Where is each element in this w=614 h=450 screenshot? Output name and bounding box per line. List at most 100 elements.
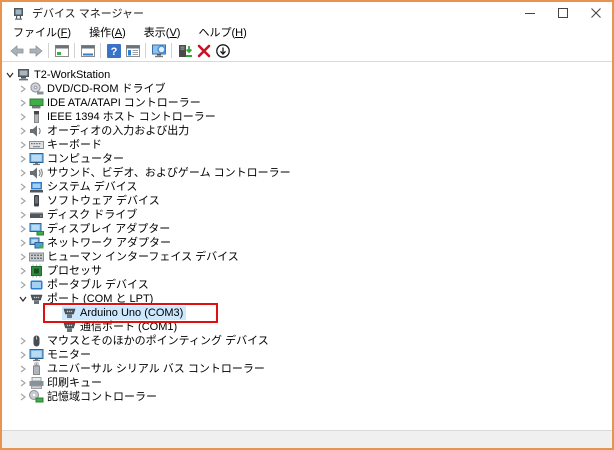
toolbar-action-pane-button[interactable]: [123, 41, 142, 60]
chevron-right-icon[interactable]: [17, 82, 29, 96]
tree-item[interactable]: システム デバイス: [29, 180, 140, 194]
tree-item[interactable]: ポータブル デバイス: [29, 278, 152, 292]
tree-item[interactable]: マウスとそのほかのポインティング デバイス: [29, 334, 272, 348]
tree-row[interactable]: ソフトウェア デバイス: [2, 194, 612, 208]
tree-row[interactable]: IEEE 1394 ホスト コントローラー: [2, 110, 612, 124]
tree-item[interactable]: キーボード: [29, 138, 105, 152]
tree-row[interactable]: ヒューマン インターフェイス デバイス: [2, 250, 612, 264]
tree-item[interactable]: ディスク ドライブ: [29, 208, 140, 222]
toolbar-help-button[interactable]: ?: [104, 41, 123, 60]
chevron-right-icon[interactable]: [17, 390, 29, 404]
menu-help[interactable]: ヘルプ(H): [189, 23, 255, 41]
tree-item[interactable]: オーディオの入力および出力: [29, 124, 192, 138]
menu-action[interactable]: 操作(A): [80, 23, 135, 41]
chevron-right-icon[interactable]: [17, 138, 29, 152]
chevron-right-icon[interactable]: [17, 376, 29, 390]
tree-item[interactable]: IEEE 1394 ホスト コントローラー: [29, 110, 219, 124]
tree-item[interactable]: 通信ポート (COM1): [62, 320, 180, 334]
close-button[interactable]: [579, 2, 612, 24]
chevron-right-icon[interactable]: [17, 278, 29, 292]
uninstall-icon: [196, 43, 212, 59]
tree-item[interactable]: サウンド、ビデオ、およびゲーム コントローラー: [29, 166, 294, 180]
tree-row[interactable]: サウンド、ビデオ、およびゲーム コントローラー: [2, 166, 612, 180]
tree-item[interactable]: モニター: [29, 348, 94, 362]
chevron-right-icon[interactable]: [17, 110, 29, 124]
tree-item-label: ソフトウェア デバイス: [47, 195, 160, 207]
chevron-right-icon[interactable]: [17, 96, 29, 110]
tree-row[interactable]: ディスプレイ アダプター: [2, 222, 612, 236]
toolbar-forward-button[interactable]: [26, 41, 45, 60]
audio-io-icon: [29, 124, 44, 138]
chevron-right-icon[interactable]: [17, 222, 29, 236]
toolbar-back-button[interactable]: [7, 41, 26, 60]
chevron-right-icon[interactable]: [17, 124, 29, 138]
tree-row[interactable]: ネットワーク アダプター: [2, 236, 612, 250]
tree-item-label: ディスプレイ アダプター: [47, 223, 171, 235]
toolbar-show-console-tree-button[interactable]: [52, 41, 71, 60]
tree-row[interactable]: 通信ポート (COM1): [2, 320, 612, 334]
chevron-right-icon[interactable]: [17, 208, 29, 222]
toolbar-scan-hardware-changes-button[interactable]: [149, 41, 168, 60]
chevron-down-icon[interactable]: [4, 68, 16, 82]
chevron-right-icon[interactable]: [17, 236, 29, 250]
chevron-down-icon[interactable]: [17, 292, 29, 306]
tree-row[interactable]: ポータブル デバイス: [2, 278, 612, 292]
chevron-right-icon[interactable]: [17, 152, 29, 166]
chevron-right-icon[interactable]: [17, 264, 29, 278]
toolbar-uninstall-device-button[interactable]: [194, 41, 213, 60]
menubar: ファイル(F) 操作(A) 表示(V) ヘルプ(H): [2, 24, 612, 40]
tree-item-label: IDE ATA/ATAPI コントローラー: [47, 97, 201, 109]
disk-drive-icon: [29, 208, 44, 222]
chevron-right-icon[interactable]: [17, 250, 29, 264]
tree-item[interactable]: コンピューター: [29, 152, 127, 166]
tree-item-selected[interactable]: Arduino Uno (COM3): [62, 306, 187, 320]
tree-item[interactable]: T2-WorkStation: [16, 68, 113, 82]
chevron-placeholder: [50, 306, 62, 320]
tree-row[interactable]: モニター: [2, 348, 612, 362]
tree-row[interactable]: オーディオの入力および出力: [2, 124, 612, 138]
tree-item[interactable]: ソフトウェア デバイス: [29, 194, 163, 208]
chevron-right-icon[interactable]: [17, 348, 29, 362]
menu-view[interactable]: 表示(V): [135, 23, 190, 41]
tree-row[interactable]: キーボード: [2, 138, 612, 152]
maximize-button[interactable]: [546, 2, 579, 24]
tree-item-label: ポート (COM と LPT): [47, 293, 154, 305]
tree-row[interactable]: システム デバイス: [2, 180, 612, 194]
tree-row[interactable]: DVD/CD-ROM ドライブ: [2, 82, 612, 96]
toolbar-update-driver-button[interactable]: [175, 41, 194, 60]
tree-row[interactable]: マウスとそのほかのポインティング デバイス: [2, 334, 612, 348]
tree-item[interactable]: プロセッサ: [29, 264, 105, 278]
tree-item[interactable]: 印刷キュー: [29, 376, 105, 390]
tree-item[interactable]: ヒューマン インターフェイス デバイス: [29, 250, 242, 264]
chevron-right-icon[interactable]: [17, 362, 29, 376]
tree-item[interactable]: IDE ATA/ATAPI コントローラー: [29, 96, 204, 110]
menu-file[interactable]: ファイル(F): [4, 23, 80, 41]
tree-row[interactable]: プロセッサ: [2, 264, 612, 278]
tree-row[interactable]: ユニバーサル シリアル バス コントローラー: [2, 362, 612, 376]
toolbar-properties-button[interactable]: [78, 41, 97, 60]
tree-row[interactable]: IDE ATA/ATAPI コントローラー: [2, 96, 612, 110]
tree-item[interactable]: ネットワーク アダプター: [29, 236, 174, 250]
tree-row[interactable]: 記憶域コントローラー: [2, 390, 612, 404]
tree-row[interactable]: コンピューター: [2, 152, 612, 166]
chevron-right-icon[interactable]: [17, 166, 29, 180]
tree-row[interactable]: ディスク ドライブ: [2, 208, 612, 222]
tree-row[interactable]: T2-WorkStation: [2, 68, 612, 82]
tree-item[interactable]: ディスプレイ アダプター: [29, 222, 173, 236]
display-adapter-icon: [29, 222, 44, 236]
chevron-right-icon[interactable]: [17, 194, 29, 208]
portable-device-icon: [29, 278, 44, 292]
tree-item[interactable]: ユニバーサル シリアル バス コントローラー: [29, 362, 268, 376]
chevron-right-icon[interactable]: [17, 334, 29, 348]
tree-row[interactable]: ポート (COM と LPT): [2, 292, 612, 306]
help-icon: ?: [106, 43, 122, 59]
tree-row[interactable]: Arduino Uno (COM3): [2, 303, 612, 323]
tree-row[interactable]: 印刷キュー: [2, 376, 612, 390]
toolbar-disable-device-button[interactable]: [213, 41, 232, 60]
chevron-right-icon[interactable]: [17, 180, 29, 194]
tree-item[interactable]: DVD/CD-ROM ドライブ: [29, 82, 169, 96]
tree-item[interactable]: ポート (COM と LPT): [29, 292, 156, 306]
svg-text:?: ?: [110, 46, 117, 58]
tree-item[interactable]: 記憶域コントローラー: [29, 390, 160, 404]
minimize-button[interactable]: [513, 2, 546, 24]
